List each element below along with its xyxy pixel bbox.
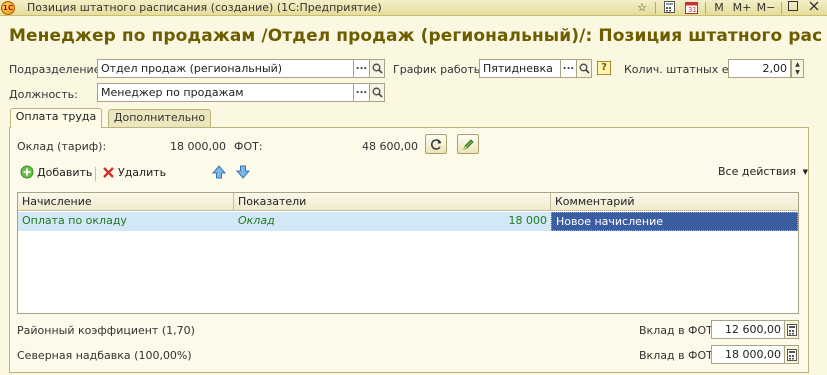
search-icon: [372, 87, 383, 98]
fot-label: ФОТ:: [234, 140, 263, 153]
calendar-icon[interactable]: 31: [684, 1, 698, 15]
arrow-up-icon: [211, 165, 227, 179]
pencil-icon: [463, 139, 474, 150]
delete-icon: [103, 167, 114, 178]
move-up-button[interactable]: [211, 165, 228, 181]
spin-down-icon[interactable]: ▼: [792, 68, 803, 76]
count-spinner[interactable]: ▲ ▼: [791, 59, 804, 78]
memory-minus-button[interactable]: M−: [756, 1, 776, 15]
subdivision-label: Подразделение:: [9, 63, 105, 76]
schedule-open-button[interactable]: [576, 59, 592, 78]
star-icon[interactable]: ☆: [635, 1, 649, 15]
refresh-button[interactable]: [425, 134, 447, 154]
table-header: Начисление Показатели Комментарий: [18, 193, 798, 211]
maximize-icon[interactable]: [787, 1, 799, 15]
subdivision-open-button[interactable]: [369, 59, 385, 78]
cell-comment[interactable]: Новое начисление: [551, 212, 798, 231]
search-icon: [372, 63, 383, 74]
dropdown-arrow-icon: ▼: [802, 168, 808, 176]
add-button-label: Добавить: [37, 166, 93, 179]
calculator-icon: [787, 349, 797, 361]
help-button[interactable]: ?: [597, 61, 611, 75]
regional-contribution-field[interactable]: 12 600,00: [711, 320, 785, 339]
position-select-button[interactable]: ...: [353, 83, 370, 102]
close-icon[interactable]: [808, 1, 820, 15]
title-bar: 1С Позиция штатного расписания (создание…: [0, 0, 827, 16]
count-field[interactable]: 2,00: [728, 59, 791, 78]
subdivision-field[interactable]: Отдел продаж (региональный): [97, 59, 354, 78]
position-open-button[interactable]: [369, 83, 385, 102]
salary-label: Оклад (тариф):: [17, 140, 107, 153]
move-down-button[interactable]: [235, 165, 252, 181]
page-title: Менеджер по продажам /Отдел продаж (реги…: [9, 26, 821, 46]
column-header-comment[interactable]: Комментарий: [551, 193, 798, 211]
regional-coefficient-label: Районный коэффициент (1,70): [17, 324, 195, 337]
table-row[interactable]: Оплата по окладу Оклад 18 000 Новое начи…: [18, 212, 798, 231]
count-label: Колич. штатных ед.:: [624, 63, 744, 76]
subdivision-select-button[interactable]: ...: [353, 59, 370, 78]
regional-calculator-button[interactable]: [784, 320, 799, 339]
tab-pay[interactable]: Оплата труда: [10, 108, 102, 128]
arrow-down-icon: [235, 165, 251, 179]
north-allowance-label: Северная надбавка (100,00%): [17, 349, 192, 362]
svg-text:31: 31: [688, 6, 697, 14]
column-header-accrual[interactable]: Начисление: [18, 193, 234, 211]
search-icon: [579, 63, 590, 74]
north-calculator-button[interactable]: [784, 345, 799, 364]
north-contribution-field[interactable]: 18 000,00: [711, 345, 785, 364]
all-actions-menu[interactable]: Все действия ▼: [718, 165, 808, 181]
tab-additional[interactable]: Дополнительно: [108, 109, 211, 127]
position-field[interactable]: Менеджер по продажам: [97, 83, 354, 102]
schedule-select-button[interactable]: ...: [560, 59, 577, 78]
all-actions-label: Все действия: [718, 165, 797, 178]
cell-amount[interactable]: 18 000: [464, 212, 551, 231]
spin-up-icon[interactable]: ▲: [792, 60, 803, 68]
calculator-icon[interactable]: [662, 1, 676, 15]
schedule-field[interactable]: Пятидневка: [479, 59, 561, 78]
refresh-icon: [431, 139, 442, 150]
memory-button[interactable]: M: [713, 1, 725, 15]
edit-button[interactable]: [457, 134, 479, 154]
app-logo-icon: 1С: [1, 1, 15, 15]
salary-value: 18 000,00: [170, 140, 226, 153]
calculator-icon: [787, 324, 797, 336]
fot-value: 48 600,00: [362, 140, 418, 153]
accruals-table[interactable]: Начисление Показатели Комментарий Оплата…: [17, 192, 799, 314]
column-header-indicators[interactable]: Показатели: [234, 193, 551, 211]
regional-contribution-label: Вклад в ФОТ:: [639, 324, 717, 337]
window-title: Позиция штатного расписания (создание) (…: [27, 1, 382, 14]
add-icon: [20, 165, 34, 179]
cell-accrual[interactable]: Оплата по окладу: [18, 212, 234, 231]
memory-plus-button[interactable]: M+: [732, 1, 752, 15]
north-contribution-label: Вклад в ФОТ:: [639, 349, 717, 362]
delete-button-label: Удалить: [118, 166, 167, 179]
cell-indicator[interactable]: Оклад: [234, 212, 464, 231]
schedule-label: График работы:: [393, 63, 487, 76]
position-label: Должность:: [9, 88, 78, 101]
